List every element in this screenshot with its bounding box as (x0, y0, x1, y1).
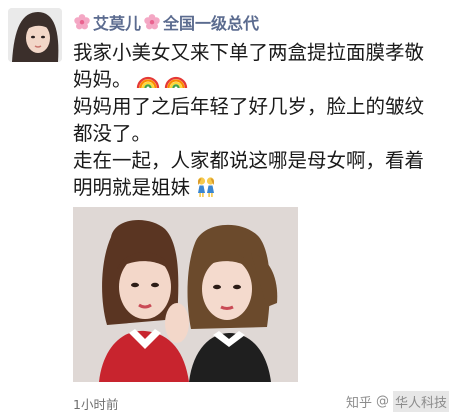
post-time: 1小时前 (73, 397, 119, 412)
source-watermark: 知乎 @ 华人科技 (346, 390, 450, 412)
moments-post: 艾莫儿 全国一级总代 我家小美女又来下单了两盒提拉面膜孝敬 妈妈。 妈妈用了之后… (73, 9, 445, 201)
author-name: 艾莫儿 (93, 14, 142, 33)
cherry-blossom-icon (73, 13, 91, 31)
avatar[interactable] (8, 8, 62, 62)
rainbow-icon (164, 68, 188, 90)
post-line: 都没了。 (73, 122, 152, 145)
cherry-blossom-icon (143, 13, 161, 31)
watermark-author: 华人科技 (393, 390, 450, 412)
post-line: 明明就是姐妹 (73, 176, 191, 199)
post-author[interactable]: 艾莫儿 全国一级总代 (73, 9, 445, 35)
watermark-separator: @ (376, 393, 390, 409)
post-line: 走在一起，人家都说这哪是母女啊，看着 (73, 149, 425, 172)
post-text: 我家小美女又来下单了两盒提拉面膜孝敬 妈妈。 妈妈用了之后年轻了好几岁，脸上的皱… (73, 39, 445, 201)
watermark-site: 知乎 (346, 395, 373, 411)
post-line-with-emoji: 妈妈。 (73, 66, 445, 93)
post-line: 妈妈。 (73, 68, 132, 91)
post-line: 妈妈用了之后年轻了好几岁，脸上的皱纹 (73, 95, 425, 118)
post-line-with-emoji: 明明就是姐妹 (73, 174, 445, 201)
rainbow-icon (136, 68, 160, 90)
author-title: 全国一级总代 (163, 14, 260, 33)
post-line: 我家小美女又来下单了两盒提拉面膜孝敬 (73, 41, 425, 64)
two-women-icon (194, 176, 218, 198)
post-photo[interactable] (73, 207, 298, 382)
